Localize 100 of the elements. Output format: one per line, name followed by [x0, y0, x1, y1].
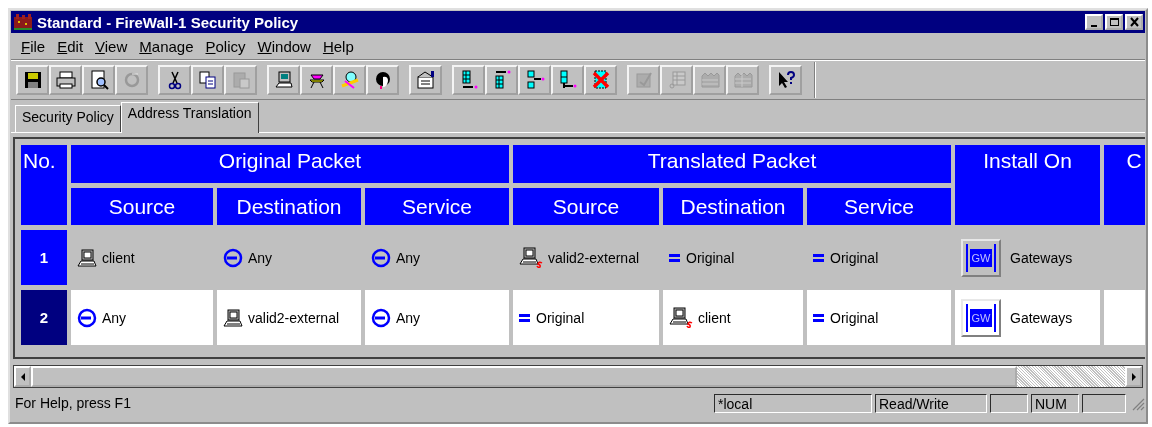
column-group-header: Translated Packet: [513, 145, 951, 183]
toolbar-button[interactable]: [49, 65, 82, 95]
menu-item[interactable]: Policy: [199, 37, 252, 55]
firewall-logo-icon: [13, 13, 33, 31]
toolbar-button[interactable]: [452, 65, 485, 95]
cell-text: valid2-external: [248, 309, 340, 326]
toolbar-button[interactable]: [551, 65, 584, 95]
house-sheet-icon: [415, 70, 436, 90]
column-header[interactable]: Destination: [663, 188, 803, 225]
minimize-button[interactable]: [1085, 14, 1103, 30]
column-group-header: Original Packet: [71, 145, 509, 183]
cell-text: Original: [830, 249, 879, 266]
toolbar-button[interactable]: [485, 65, 518, 95]
copy-pages-icon: [197, 70, 218, 90]
equals-icon: [669, 252, 681, 263]
grid-branch-icon: [557, 70, 578, 90]
horizontal-scrollbar[interactable]: [13, 365, 1143, 388]
toolbar-button[interactable]: [191, 65, 224, 95]
any-circle-icon: [77, 307, 97, 328]
toolbar-button[interactable]: [267, 65, 300, 95]
table-cell[interactable]: Any: [71, 290, 213, 345]
table-cell[interactable]: client: [663, 290, 803, 345]
wall-icon: [732, 70, 753, 90]
column-header[interactable]: Install On: [955, 145, 1100, 225]
cell-text: valid2-external: [548, 249, 640, 266]
toolbar-button[interactable]: [409, 65, 442, 95]
any-circle-icon: [223, 247, 243, 268]
column-header[interactable]: Source: [513, 188, 659, 225]
computer-translated-icon: [519, 246, 543, 269]
cell-text: Any: [102, 309, 127, 326]
row-number[interactable]: 1: [21, 230, 67, 285]
cell-text: Gateways: [1010, 309, 1073, 326]
gateway-badge: GW: [969, 248, 993, 267]
computer-icon: [273, 70, 294, 90]
equals-icon: [813, 312, 825, 323]
menu-item[interactable]: Window: [251, 37, 317, 55]
table-cell[interactable]: Original: [807, 290, 951, 345]
magnifier-page-icon: [88, 70, 109, 90]
column-header[interactable]: Service: [807, 188, 951, 225]
cell-text: Any: [396, 249, 421, 266]
close-button[interactable]: [1125, 14, 1143, 30]
computer-icon: [223, 308, 243, 327]
close-icon: [1128, 17, 1140, 27]
row-number[interactable]: 2: [21, 290, 67, 345]
gateway-badge: GW: [969, 308, 993, 327]
column-header[interactable]: Source: [71, 188, 213, 225]
column-header[interactable]: Destination: [217, 188, 361, 225]
cell-text: Gateways: [1010, 249, 1073, 266]
any-circle-icon: [371, 247, 391, 268]
column-header[interactable]: C: [1104, 145, 1145, 225]
scroll-thumb[interactable]: [31, 366, 1017, 387]
table-cell[interactable]: valid2-external: [217, 290, 361, 345]
delete-icon: [590, 70, 611, 90]
toolbar-button[interactable]: [82, 65, 115, 95]
grid-branch-icon: [524, 70, 545, 90]
table-cell[interactable]: GW Gateways: [955, 290, 1100, 345]
toolbar-button[interactable]: [769, 65, 802, 95]
maximize-icon: [1108, 17, 1120, 27]
maximize-button[interactable]: [1105, 14, 1123, 30]
clipboard-icon: [230, 70, 251, 90]
status-message: For Help, press F1: [15, 395, 132, 411]
minimize-icon: [1091, 24, 1097, 27]
any-circle-icon: [371, 307, 391, 328]
window-title: Standard - FireWall-1 Security Policy: [37, 13, 300, 31]
wall-icon: [699, 70, 720, 90]
table-cell[interactable]: Any: [365, 290, 509, 345]
table-cell[interactable]: Original: [513, 290, 659, 345]
menu-item[interactable]: Help: [316, 37, 360, 55]
toolbar-button[interactable]: [300, 65, 333, 95]
left-arrow-icon: [19, 372, 26, 381]
column-header[interactable]: Service: [365, 188, 509, 225]
printer-icon: [55, 70, 76, 90]
cell-text: Any: [248, 249, 273, 266]
menu-item[interactable]: File: [15, 37, 52, 55]
toolbar-button[interactable]: [16, 65, 49, 95]
cell-text: Any: [396, 309, 421, 326]
computer-translated-icon: [669, 306, 693, 329]
computer-icon: [77, 248, 97, 267]
status-pane: *local: [714, 393, 872, 413]
status-pane: [1082, 393, 1126, 413]
cell-text: client: [102, 249, 135, 266]
status-pane: NUM: [1031, 393, 1079, 413]
cell-text: client: [698, 309, 731, 326]
equals-icon: [519, 312, 531, 323]
menu-item[interactable]: View: [89, 37, 134, 55]
toolbar-button[interactable]: [366, 65, 399, 95]
equals-icon: [813, 252, 825, 263]
cell-text: Original: [686, 249, 735, 266]
status-pane: [990, 393, 1028, 413]
tab[interactable]: Security Policy: [15, 105, 121, 132]
menu-item[interactable]: Manage: [133, 37, 200, 55]
toolbar-button[interactable]: [518, 65, 551, 95]
column-header[interactable]: No.: [21, 145, 67, 225]
status-pane: Read/Write: [875, 393, 987, 413]
menu-item[interactable]: Edit: [51, 37, 90, 55]
cell-text: Original: [536, 309, 585, 326]
checkmark-page-icon: [633, 70, 654, 90]
tab[interactable]: Address Translation: [120, 102, 259, 133]
toolbar-button[interactable]: [158, 65, 191, 95]
right-arrow-icon: [1130, 372, 1137, 381]
